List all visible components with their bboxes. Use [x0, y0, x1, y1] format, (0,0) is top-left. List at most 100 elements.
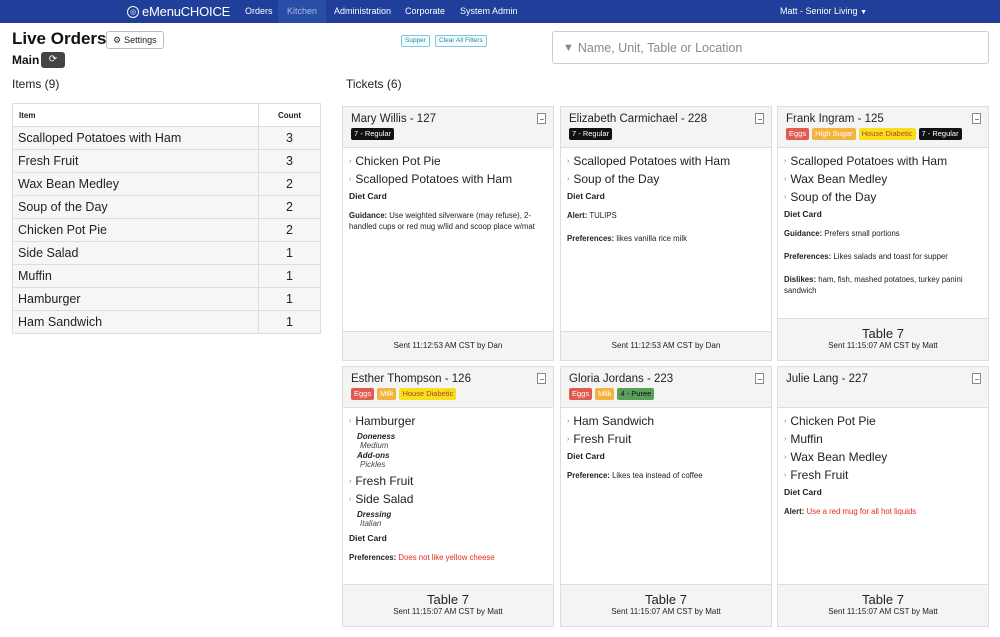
print-icon[interactable] [755, 373, 764, 384]
chevron-right-icon: › [784, 194, 787, 201]
filter-icon: ▼ [563, 41, 574, 54]
order-item[interactable]: › Scalloped Potatoes with Ham [349, 172, 548, 186]
order-item[interactable]: › Ham Sandwich [567, 414, 766, 428]
diet-badges: Eggs High Sugar House Diabetic 7 - Regular [786, 128, 980, 141]
order-item-name: Scalloped Potatoes with Ham [790, 154, 948, 168]
tickets-heading: Tickets (6) [346, 77, 402, 91]
item-name: Side Salad [12, 241, 259, 265]
order-item[interactable]: › Scalloped Potatoes with Ham [784, 154, 983, 168]
clear-filters-button[interactable]: Clear All Filters [435, 35, 487, 47]
search-box[interactable]: ▼ [552, 31, 989, 64]
brand-logo[interactable]: ◎ eMenuCHOICE [127, 3, 230, 20]
note-text: TULIPS [589, 211, 617, 220]
order-item[interactable]: › Fresh Fruit [784, 468, 983, 482]
user-menu-label: Matt - Senior Living [780, 6, 858, 16]
order-item[interactable]: › Scalloped Potatoes with Ham [567, 154, 766, 168]
order-item-name: Soup of the Day [573, 172, 660, 186]
chevron-right-icon: › [784, 176, 787, 183]
order-item[interactable]: › Fresh Fruit [567, 432, 766, 446]
filter-supper[interactable]: Supper [401, 35, 430, 47]
order-item-name: Scalloped Potatoes with Ham [355, 172, 513, 186]
nav-orders[interactable]: Orders [236, 0, 282, 23]
search-input[interactable] [577, 40, 978, 55]
order-item[interactable]: › Soup of the Day [784, 190, 983, 204]
modifier-heading: Add-ons [357, 451, 390, 460]
order-item[interactable]: › Chicken Pot Pie [784, 414, 983, 428]
order-item[interactable]: › Fresh Fruit [349, 474, 548, 488]
diet-badge: Eggs [351, 388, 375, 400]
order-item[interactable]: › Chicken Pot Pie [349, 154, 548, 168]
order-item-name: Hamburger [355, 414, 416, 428]
resident-name: Esther Thompson - 126 [351, 373, 471, 385]
item-count: 3 [258, 149, 321, 173]
order-item-name: Soup of the Day [790, 190, 877, 204]
item-name: Chicken Pot Pie [12, 218, 259, 242]
item-name: Soup of the Day [12, 195, 259, 219]
note-text: Does not like yellow cheese [398, 553, 495, 562]
nav-corporate[interactable]: Corporate [396, 0, 454, 23]
print-icon[interactable] [972, 113, 981, 124]
items-heading: Items (9) [12, 77, 60, 91]
note-text: Prefers small portions [824, 229, 900, 238]
ticket-card[interactable]: Esther Thompson - 126 Eggs Milk House Diabe… [342, 366, 554, 627]
order-item[interactable]: › Wax Bean Medley [784, 450, 983, 464]
order-item-name: Fresh Fruit [790, 468, 849, 482]
ticket-footer: Table 7 Sent 11:15:07 AM CST by Matt [778, 318, 988, 360]
item-name: Muffin [12, 264, 259, 288]
chevron-right-icon: › [567, 158, 570, 165]
resident-name: Julie Lang - 227 [786, 373, 868, 385]
ticket-body: › Hamburger Doneness Medium Add-ons Pickles › F… [343, 408, 553, 563]
page-title: Live Orders [12, 29, 107, 48]
item-count: 3 [258, 126, 321, 150]
chevron-right-icon: › [349, 176, 352, 183]
print-icon[interactable] [972, 373, 981, 384]
ticket-card[interactable]: Gloria Jordans - 223 Eggs Milk 4 - Puree › Ha… [560, 366, 772, 627]
order-item[interactable]: › Soup of the Day [567, 172, 766, 186]
ticket-card[interactable]: Julie Lang - 227 › Chicken Pot Pie › Muffin ›… [777, 366, 989, 627]
order-item[interactable]: › Wax Bean Medley [784, 172, 983, 186]
refresh-button[interactable]: ⟳ [41, 52, 65, 68]
note-text: Use a red mug for all hot liquids [806, 507, 917, 516]
diet-note: Preferences: Does not like yellow cheese [349, 552, 548, 563]
sent-timestamp: Sent 11:15:07 AM CST by Matt [828, 341, 938, 350]
diet-badge: House Diabetic [858, 128, 916, 140]
ticket-header: Frank Ingram - 125 Eggs High Sugar House Di… [778, 107, 988, 148]
order-item[interactable]: › Hamburger [349, 414, 548, 428]
order-item[interactable]: › Side Salad [349, 492, 548, 506]
order-item-name: Ham Sandwich [573, 414, 655, 428]
chevron-right-icon: › [349, 158, 352, 165]
modifier-value: Medium [360, 441, 389, 450]
order-item[interactable]: › Muffin [784, 432, 983, 446]
item-name: Scalloped Potatoes with Ham [12, 126, 259, 150]
item-name: Wax Bean Medley [12, 172, 259, 196]
order-item-name: Scalloped Potatoes with Ham [573, 154, 731, 168]
settings-button[interactable]: ⚙ Settings [106, 31, 164, 49]
note-text: Likes salads and toast for supper [833, 252, 948, 261]
print-icon[interactable] [537, 113, 546, 124]
chevron-right-icon: › [784, 436, 787, 443]
chevron-right-icon: › [784, 418, 787, 425]
order-item-name: Muffin [790, 432, 823, 446]
ticket-card[interactable]: Mary Willis - 127 7 - Regular › Chicken Pot… [342, 106, 554, 361]
diet-note: Preference: Likes tea instead of coffee [567, 470, 766, 481]
ticket-card[interactable]: Frank Ingram - 125 Eggs High Sugar House Di… [777, 106, 989, 361]
nav-administration[interactable]: Administration [325, 0, 400, 23]
chevron-right-icon: › [349, 496, 352, 503]
table-row: Muffin 1 [12, 264, 321, 288]
item-name: Fresh Fruit [12, 149, 259, 173]
note-label: Alert: [567, 211, 588, 220]
print-icon[interactable] [537, 373, 546, 384]
nav-system-admin[interactable]: System Admin [451, 0, 527, 23]
ticket-body: › Scalloped Potatoes with Ham › Wax Bean Me… [778, 148, 988, 296]
ticket-header: Elizabeth Carmichael - 228 7 - Regular [561, 107, 771, 148]
chevron-right-icon: › [349, 478, 352, 485]
chevron-right-icon: › [784, 454, 787, 461]
ticket-card[interactable]: Elizabeth Carmichael - 228 7 - Regular › Sc… [560, 106, 772, 361]
diet-badge: House Diabetic [399, 388, 457, 400]
print-icon[interactable] [755, 113, 764, 124]
nav-kitchen[interactable]: Kitchen [278, 0, 327, 23]
item-name: Hamburger [12, 287, 259, 311]
ticket-footer: Table 7 Sent 11:15:07 AM CST by Matt [343, 584, 553, 626]
chevron-right-icon: › [349, 418, 352, 425]
user-menu[interactable]: Matt - Senior Living ▼ [780, 0, 867, 23]
